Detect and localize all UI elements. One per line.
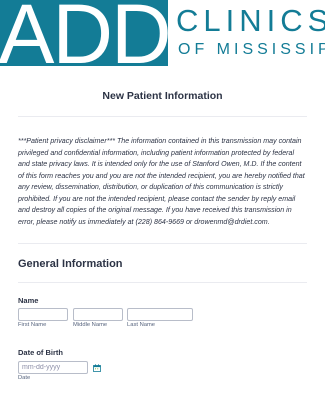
middle-name-sublabel: Middle Name (73, 322, 108, 328)
dob-sublabel: Date (18, 375, 31, 381)
section-heading-general: General Information (18, 258, 123, 270)
logo-line1: CLINICS (176, 3, 325, 38)
header-divider (18, 116, 307, 117)
logo-monogram: ADD (0, 0, 170, 66)
form-page: ADD CLINICS OF MISSISSIPPI New Patient I… (0, 0, 325, 400)
logo-line2: OF MISSISSIPPI (178, 41, 325, 58)
name-label: Name (18, 296, 39, 305)
first-name-sublabel: First Name (18, 322, 47, 328)
dob-label: Date of Birth (18, 348, 63, 357)
last-name-input[interactable] (127, 308, 193, 321)
first-name-input[interactable] (18, 308, 68, 321)
form-title: New Patient Information (102, 90, 223, 102)
section-divider (18, 243, 307, 244)
heading-divider (18, 282, 307, 283)
last-name-sublabel: Last Name (127, 322, 156, 328)
middle-name-input[interactable] (73, 308, 123, 321)
calendar-icon[interactable] (93, 364, 101, 372)
clinic-logo: ADD CLINICS OF MISSISSIPPI (0, 0, 325, 66)
privacy-disclaimer: ***Patient privacy disclaimer*** The inf… (18, 137, 305, 226)
dob-input[interactable] (18, 361, 88, 374)
